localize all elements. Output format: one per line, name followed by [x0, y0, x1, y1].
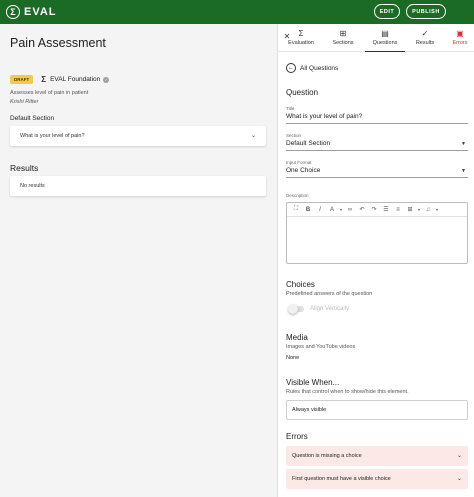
assessment-meta: DRAFT Σ EVAL Foundation ✓: [10, 75, 110, 84]
error-item[interactable]: First question must have a visible choic…: [286, 469, 468, 489]
section-heading: Default Section: [10, 115, 55, 122]
panel-tabs: ✕ Σ Evaluation ⊞ Sections ▤ Questions ✓ …: [278, 24, 474, 52]
arrow-left-icon: ←: [286, 63, 296, 73]
chevron-down-icon[interactable]: ⌄: [457, 475, 462, 482]
sigma-logo-icon: Σ: [6, 5, 20, 19]
toggle-knob: [288, 304, 298, 314]
tab-evaluation[interactable]: Σ Evaluation: [281, 24, 321, 52]
toggle-track: [288, 304, 304, 314]
tab-sections[interactable]: ⊞ Sections: [325, 24, 361, 52]
tab-label: Questions: [372, 40, 398, 46]
choices-heading: Choices: [286, 280, 315, 289]
choices-subtitle: Predefined answers of the question: [286, 291, 373, 297]
link-icon[interactable]: ∞: [344, 207, 356, 213]
tab-results[interactable]: ✓ Results: [410, 24, 440, 52]
chevron-down-icon[interactable]: ⌄: [457, 452, 462, 459]
section-value: Default Section: [286, 140, 331, 147]
visible-when-subtitle: Rules that control when to show/hide thi…: [286, 389, 409, 395]
error-text: Question is missing a choice: [292, 453, 362, 459]
media-subtitle: Images and YouTube videos: [286, 344, 356, 350]
tab-label: Evaluation: [288, 40, 314, 46]
app-logo[interactable]: Σ EVAL: [6, 5, 57, 19]
top-bar: Σ EVAL EDIT PUBLISH: [0, 0, 474, 24]
caret-small-icon[interactable]: ▾: [434, 207, 440, 212]
publish-button[interactable]: PUBLISH: [406, 4, 446, 19]
description-editor[interactable]: ⛶ B I A ▾ ∞ ↶ ↷ ☰ ≡ ⊞ ▾ ♫ ▾: [286, 202, 468, 264]
back-label: All Questions: [300, 64, 339, 72]
italic-icon[interactable]: I: [314, 207, 326, 213]
media-value[interactable]: None: [286, 355, 299, 361]
results-empty-text: No results: [20, 183, 45, 189]
title-field[interactable]: What is your level of pain?: [286, 113, 468, 124]
grid-icon: ⊞: [339, 29, 347, 38]
align-vertically-toggle[interactable]: Align Vertically: [288, 304, 350, 314]
verified-icon: ✓: [103, 76, 110, 83]
results-heading: Results: [10, 163, 39, 173]
table-icon[interactable]: ⊞: [404, 206, 416, 213]
results-card: No results: [10, 176, 266, 196]
sigma-icon: Σ: [298, 29, 304, 38]
tab-label: Errors: [452, 40, 468, 46]
tab-label: Sections: [332, 40, 354, 46]
redo-icon[interactable]: ↷: [368, 206, 380, 213]
error-text: First question must have a visible choic…: [292, 476, 391, 482]
assessment-description: Assesses level of pain in patient: [10, 90, 89, 96]
visibility-value: Always visible: [292, 407, 327, 413]
sigma-org-icon: Σ: [41, 75, 47, 84]
caret-down-icon: ▼: [461, 141, 466, 147]
tab-errors[interactable]: ▣ Errors: [448, 24, 472, 52]
question-text: What is your level of pain?: [20, 133, 85, 139]
assessment-author: Krishi Ritter: [10, 99, 39, 105]
input-format-select[interactable]: One Choice ▼: [286, 167, 468, 178]
chevron-down-icon[interactable]: ⌄: [251, 132, 256, 139]
bullet-list-icon[interactable]: ☰: [380, 206, 392, 213]
errors-heading: Errors: [286, 432, 308, 441]
section-label: Section: [286, 133, 302, 138]
input-format-value: One Choice: [286, 167, 321, 174]
org-name[interactable]: EVAL Foundation: [50, 76, 100, 83]
audio-icon[interactable]: ♫: [422, 207, 434, 213]
section-select[interactable]: Default Section ▼: [286, 140, 468, 151]
status-badge: DRAFT: [10, 75, 34, 84]
page-title: Pain Assessment: [10, 36, 106, 50]
visible-when-heading: Visible When...: [286, 378, 340, 387]
undo-icon[interactable]: ↶: [356, 206, 368, 213]
tab-label: Results: [415, 40, 435, 46]
question-heading: Question: [286, 88, 319, 97]
top-actions: EDIT PUBLISH: [374, 4, 446, 19]
back-to-questions[interactable]: ← All Questions: [286, 63, 338, 73]
editor-toolbar: ⛶ B I A ▾ ∞ ↶ ↷ ☰ ≡ ⊞ ▾ ♫ ▾: [287, 203, 467, 217]
numbered-list-icon[interactable]: ≡: [392, 207, 404, 213]
question-card[interactable]: What is your level of pain? ⌄: [10, 126, 266, 146]
edit-button[interactable]: EDIT: [374, 4, 400, 19]
visibility-rule-field[interactable]: Always visible: [286, 400, 468, 420]
chat-icon: ▤: [381, 29, 389, 38]
text-color-icon[interactable]: A: [326, 207, 338, 213]
error-icon: ▣: [456, 29, 464, 38]
align-vertically-label: Align Vertically: [310, 306, 350, 312]
check-icon: ✓: [421, 29, 429, 38]
error-item[interactable]: Question is missing a choice ⌄: [286, 446, 468, 466]
editor-panel: ✕ Σ Evaluation ⊞ Sections ▤ Questions ✓ …: [277, 24, 474, 497]
input-format-label: Input Format: [286, 160, 312, 165]
title-label: Title: [286, 106, 295, 111]
description-label: Description: [286, 193, 309, 198]
caret-down-icon: ▼: [461, 168, 466, 174]
tab-questions[interactable]: ▤ Questions: [365, 24, 405, 52]
logo-text: EVAL: [24, 6, 57, 18]
bold-icon[interactable]: B: [302, 207, 314, 213]
fullscreen-icon[interactable]: ⛶: [290, 206, 302, 213]
media-heading: Media: [286, 333, 308, 342]
assessment-panel: Pain Assessment DRAFT Σ EVAL Foundation …: [0, 24, 277, 497]
